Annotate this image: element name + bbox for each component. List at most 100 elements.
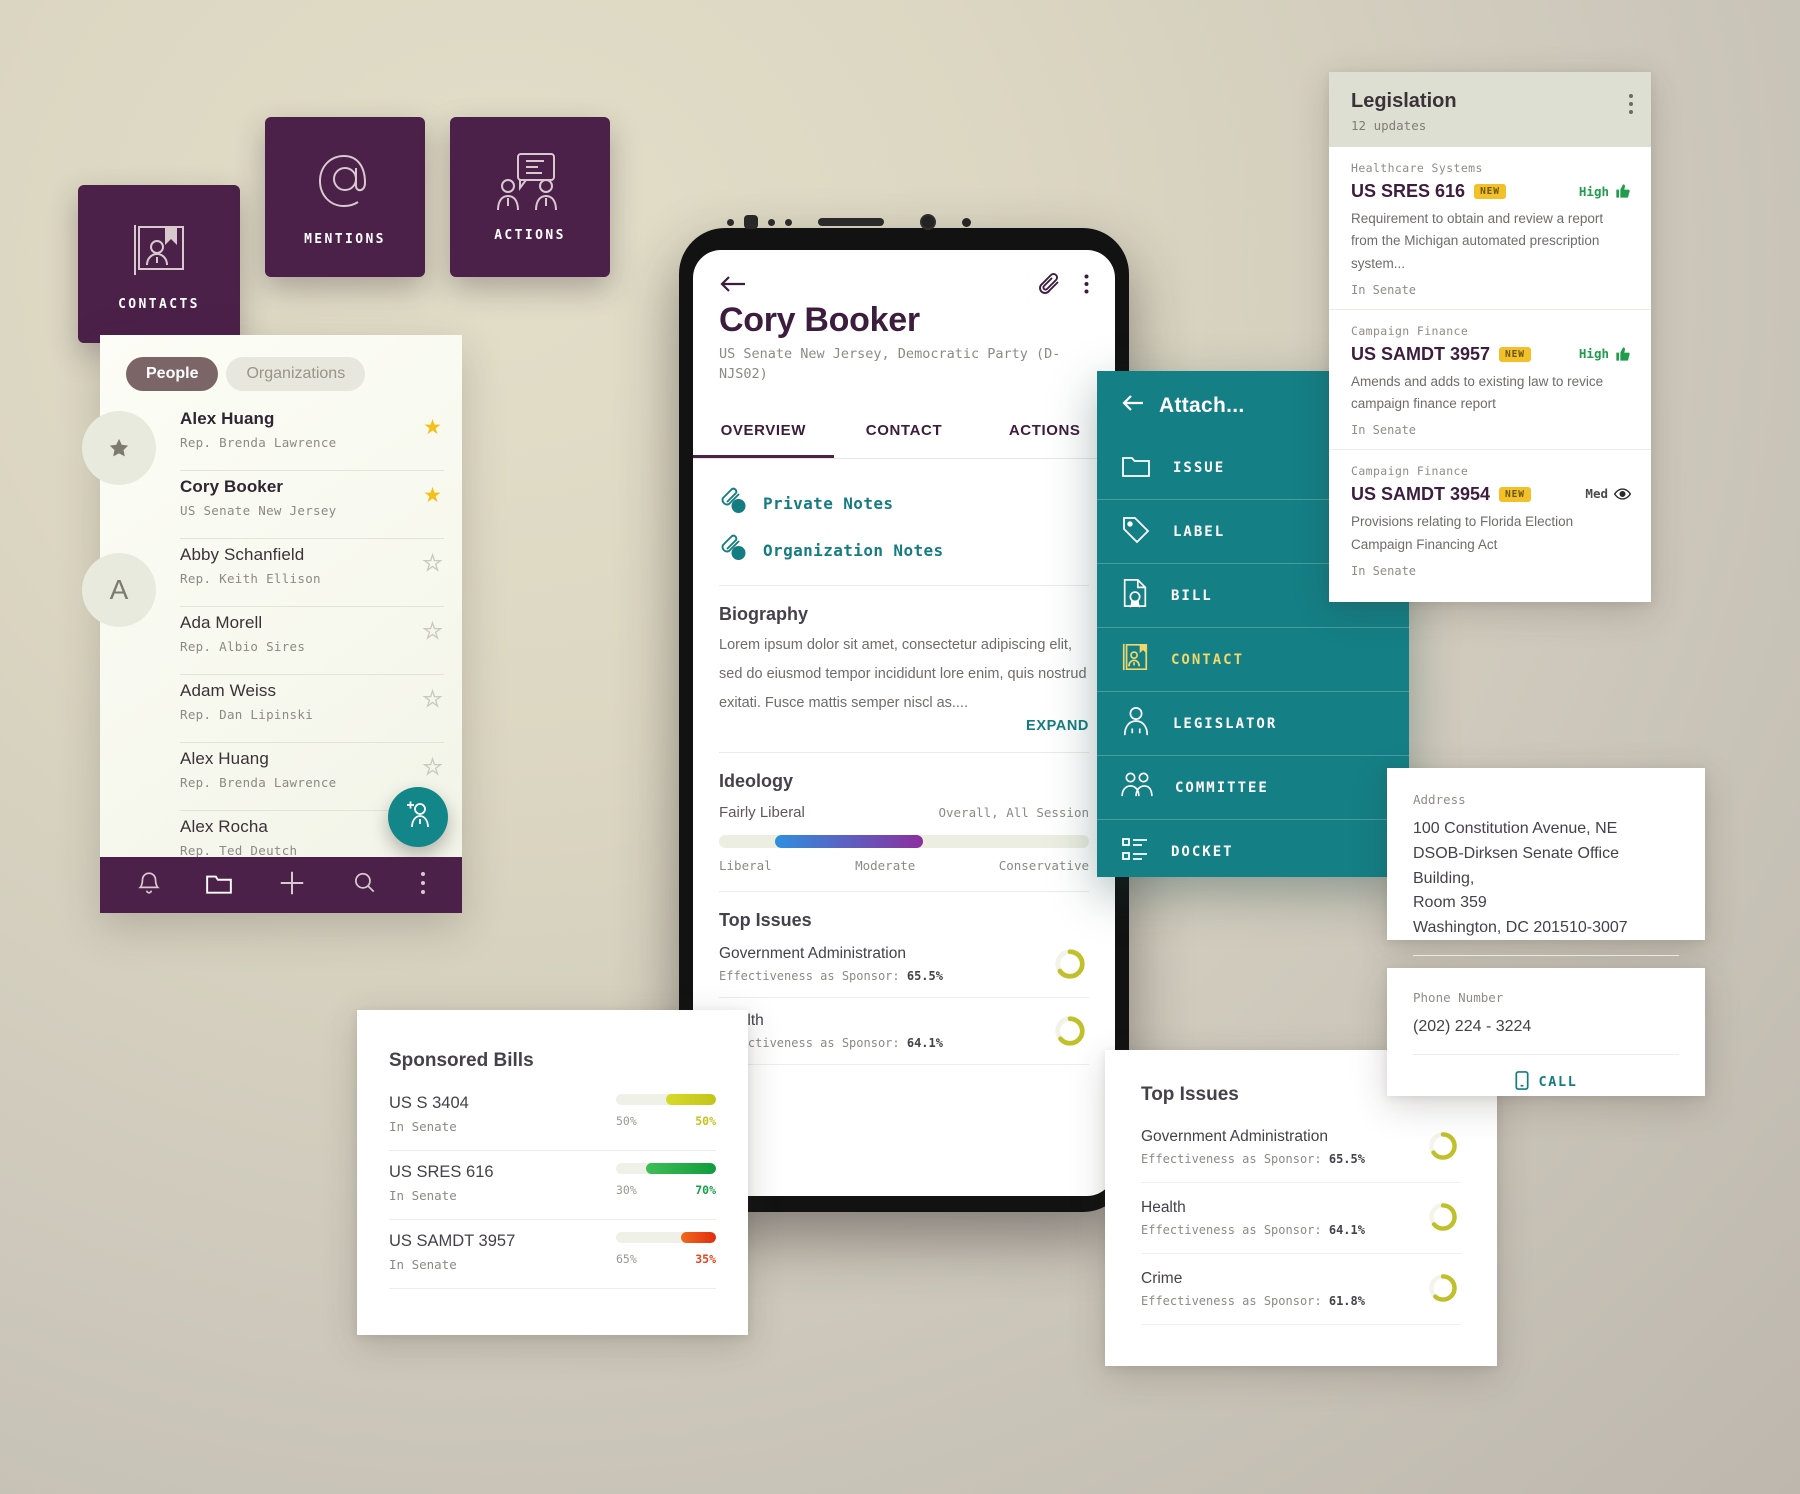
ideology-scale-moderate: Moderate	[855, 858, 916, 874]
sponsored-bill-row[interactable]: US SAMDT 3957 In Senate 65% 35%	[389, 1220, 716, 1289]
favorite-star-icon[interactable]: ★	[423, 619, 443, 644]
new-badge: NEW	[1499, 487, 1531, 503]
back-arrow-icon[interactable]	[719, 272, 747, 301]
sponsored-bill-row[interactable]: US SRES 616 In Senate 30% 70%	[389, 1151, 716, 1220]
phone-number-card: Phone Number (202) 224 - 3224 CALL	[1387, 968, 1705, 1096]
tab-contact[interactable]: CONTACT	[834, 404, 975, 458]
ideology-slider[interactable]	[719, 835, 1089, 849]
legislation-category: Campaign Finance	[1351, 464, 1469, 479]
ideology-scale-liberal: Liberal	[719, 858, 772, 874]
legislation-card: Legislation 12 updates Healthcare System…	[1329, 72, 1651, 602]
favorite-star-icon[interactable]: ★	[423, 755, 443, 780]
top-issue-row[interactable]: Health Effectiveness as Sponsor: 64.1%	[719, 998, 1089, 1066]
sensor-dot-icon	[785, 218, 792, 226]
top-issue-name: Health	[1141, 1199, 1186, 1216]
tab-overview[interactable]: OVERVIEW	[693, 404, 834, 459]
contact-row[interactable]: Ada Morell Rep. Albio Sires ★	[180, 607, 444, 675]
call-button[interactable]: CALL	[1413, 1053, 1679, 1094]
avatar-letter-a: A	[82, 553, 156, 627]
organization-notes-link[interactable]: 4 Organization Notes	[719, 534, 1089, 567]
biography-expand-button[interactable]: EXPAND	[719, 718, 1089, 734]
attach-item-label: ISSUE	[1173, 459, 1226, 476]
contact-name: Cory Booker	[180, 477, 284, 496]
private-notes-link[interactable]: 1 Private Notes	[719, 487, 1089, 520]
favorite-star-icon[interactable]: ★	[423, 415, 442, 440]
favorite-star-icon[interactable]: ★	[423, 687, 443, 712]
segment-people[interactable]: People	[126, 357, 219, 391]
attach-item-legislator[interactable]: LEGISLATOR	[1097, 692, 1409, 756]
bill-status: In Senate	[389, 1188, 457, 1203]
contact-sub: US Senate New Jersey	[180, 503, 337, 518]
ideology-slider-fill	[774, 835, 923, 849]
segment-organizations[interactable]: Organizations	[226, 357, 366, 391]
tile-mentions[interactable]: MENTIONS	[265, 117, 425, 277]
bill-name: US S 3404	[389, 1094, 469, 1112]
address-card: Address 100 Constitution Avenue, NE DSOB…	[1387, 768, 1705, 991]
phone-top-issues-title: Top Issues	[719, 910, 812, 931]
folder-icon	[1121, 452, 1151, 483]
contact-sub: Rep. Dan Lipinski	[180, 707, 314, 722]
legislation-priority: High	[1579, 346, 1631, 362]
address-value: 100 Constitution Avenue, NE DSOB-Dirksen…	[1413, 820, 1628, 937]
contact-name: Alex Huang	[180, 749, 269, 768]
search-icon[interactable]	[351, 870, 377, 901]
legislation-item[interactable]: Campaign Finance US SAMDT 3954 NEW Provi…	[1329, 450, 1651, 590]
top-issue-name: Government Administration	[1141, 1128, 1328, 1145]
top-issue-row[interactable]: Health Effectiveness as Sponsor: 64.1%	[1141, 1183, 1461, 1254]
legislation-description: Requirement to obtain and review a repor…	[1351, 211, 1604, 271]
legislation-status: In Senate	[1351, 563, 1417, 578]
legislation-item[interactable]: Healthcare Systems US SRES 616 NEW Requi…	[1329, 147, 1651, 310]
thumbs-up-icon	[1616, 184, 1630, 198]
contact-sub: Rep. Brenda Lawrence	[180, 435, 337, 450]
contact-sub: Rep. Albio Sires	[180, 639, 306, 654]
contacts-segmented-control[interactable]: People Organizations	[100, 335, 462, 403]
add-contact-button[interactable]	[388, 787, 448, 847]
tile-actions[interactable]: ACTIONS	[450, 117, 610, 277]
top-issue-row[interactable]: Government Administration Effectiveness …	[1141, 1112, 1461, 1183]
attach-item-label: LABEL	[1173, 523, 1226, 540]
contact-row[interactable]: Adam Weiss Rep. Dan Lipinski ★	[180, 675, 444, 743]
plus-icon[interactable]	[277, 868, 307, 903]
contact-row[interactable]: Cory Booker US Senate New Jersey ★	[180, 471, 444, 539]
kebab-menu-icon[interactable]	[1084, 273, 1089, 300]
contact-sub: Rep. Ted Deutch	[180, 843, 298, 858]
divider	[719, 752, 1089, 754]
effectiveness-donut-icon	[1053, 947, 1087, 986]
ideology-title: Ideology	[719, 771, 794, 792]
attach-item-docket[interactable]: DOCKET	[1097, 820, 1409, 884]
contact-row[interactable]: Abby Schanfield Rep. Keith Ellison ★	[180, 539, 444, 607]
legislation-item[interactable]: Campaign Finance US SAMDT 3957 NEW Amend…	[1329, 310, 1651, 451]
contact-sub: Rep. Keith Ellison	[180, 571, 321, 586]
back-arrow-icon[interactable]	[1121, 393, 1145, 418]
favorite-star-icon[interactable]: ★	[423, 483, 442, 508]
top-issue-sub: Effectiveness as Sponsor: 64.1%	[719, 1036, 943, 1051]
paperclip-icon[interactable]	[1038, 272, 1062, 301]
top-issue-row[interactable]: Crime Effectiveness as Sponsor: 61.8%	[1141, 1254, 1461, 1325]
contact-page-title: Cory Booker	[719, 301, 920, 339]
bell-icon[interactable]	[136, 870, 162, 901]
bill-meter: 65% 35%	[616, 1232, 716, 1266]
folder-icon[interactable]	[205, 870, 233, 901]
legislation-priority: Med	[1585, 486, 1631, 501]
legislation-status: In Senate	[1351, 282, 1417, 297]
favorite-star-icon[interactable]: ★	[423, 551, 443, 576]
attach-item-committee[interactable]: COMMITTEE	[1097, 756, 1409, 820]
tile-contacts[interactable]: CONTACTS	[78, 185, 240, 343]
contact-row[interactable]: Alex Huang Rep. Brenda Lawrence ★	[180, 403, 444, 471]
kebab-menu-icon[interactable]	[420, 870, 426, 901]
tile-contacts-label: CONTACTS	[118, 296, 200, 312]
bill-meter: 30% 70%	[616, 1163, 716, 1197]
tab-actions[interactable]: ACTIONS	[974, 404, 1115, 458]
attach-item-contact[interactable]: CONTACT	[1097, 628, 1409, 692]
kebab-menu-icon[interactable]	[1629, 94, 1633, 118]
sponsored-bill-row[interactable]: US S 3404 In Senate 50% 50%	[389, 1082, 716, 1151]
bill-name: US SRES 616	[389, 1163, 494, 1181]
attach-item-label: LEGISLATOR	[1173, 715, 1278, 732]
biography-title: Biography	[719, 604, 809, 625]
top-issue-row[interactable]: Government Administration Effectiveness …	[719, 931, 1089, 999]
effectiveness-donut-icon	[1427, 1272, 1459, 1309]
attach-item-label: DOCKET	[1171, 844, 1234, 860]
sponsored-bills-card: Sponsored Bills US S 3404 In Senate 50% …	[357, 1010, 748, 1335]
add-contact-icon	[403, 800, 433, 835]
new-badge: NEW	[1499, 346, 1531, 362]
